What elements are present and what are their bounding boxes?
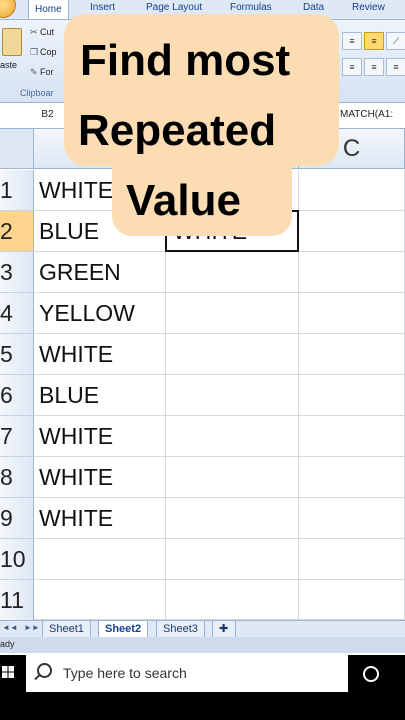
cut-button[interactable]: ✂ Cut (30, 27, 54, 38)
sheet-tab-sheet3[interactable]: Sheet3 (156, 621, 205, 638)
cell-a8[interactable]: WHITE (34, 457, 166, 498)
office-button[interactable] (0, 0, 16, 18)
row-header[interactable]: 2 (0, 211, 34, 252)
title-line-3: Value (126, 176, 241, 225)
brush-icon: ✎ (30, 67, 38, 77)
tab-formulas[interactable]: Formulas (230, 2, 272, 13)
sheet-tab-sheet1[interactable]: Sheet1 (42, 621, 91, 638)
row-header[interactable]: 10 (0, 539, 34, 580)
align-right-icon[interactable]: ≡ (386, 58, 405, 76)
orientation-icon[interactable]: ⟋ (386, 32, 405, 50)
cell-a11[interactable] (34, 580, 166, 620)
status-bar: ady (0, 637, 405, 653)
row-header[interactable]: 1 (0, 170, 34, 211)
row-header[interactable]: 11 (0, 580, 34, 621)
cell-a9[interactable]: WHITE (34, 498, 166, 539)
cell-b3[interactable] (166, 252, 299, 293)
row-header[interactable]: 3 (0, 252, 34, 293)
tab-page-layout[interactable]: Page Layout (146, 2, 202, 13)
title-line-2: Repeated (78, 106, 277, 155)
clipboard-group-label: Clipboar (20, 88, 54, 98)
sheet-tab-bar: ◄◄ ►► Sheet1 Sheet2 Sheet3 ✚ (0, 620, 405, 638)
cell-a4[interactable]: YELLOW (34, 293, 166, 334)
tab-insert[interactable]: Insert (90, 2, 115, 13)
cell-c6[interactable] (299, 375, 405, 416)
row-header[interactable]: 8 (0, 457, 34, 498)
row-header[interactable]: 4 (0, 293, 34, 334)
cell-a10[interactable] (34, 539, 166, 580)
cell-a6[interactable]: BLUE (34, 375, 166, 416)
tab-review[interactable]: Review (352, 2, 385, 13)
cell-a3[interactable]: GREEN (34, 252, 166, 293)
cell-c11[interactable] (299, 580, 405, 620)
windows-taskbar: Type here to search (0, 655, 405, 720)
insert-sheet-icon[interactable]: ✚ (212, 621, 236, 638)
tab-data[interactable]: Data (303, 2, 324, 13)
cell-a5[interactable]: WHITE (34, 334, 166, 375)
row-header[interactable]: 7 (0, 416, 34, 457)
copy-icon: ❐ (30, 47, 39, 57)
row-header[interactable]: 6 (0, 375, 34, 416)
sheet-nav-next-icon[interactable]: ►► (24, 623, 40, 632)
cell-c5[interactable] (299, 334, 405, 375)
tab-home[interactable]: Home (28, 0, 69, 19)
cell-c3[interactable] (299, 252, 405, 293)
format-painter-button[interactable]: ✎ For (30, 67, 54, 78)
cell-b7[interactable] (166, 416, 299, 457)
windows-start-icon[interactable] (2, 666, 14, 678)
cortana-icon[interactable] (363, 666, 379, 682)
paste-icon[interactable] (2, 28, 22, 56)
cell-c8[interactable] (299, 457, 405, 498)
title-line-1: Find most (80, 36, 291, 85)
sheet-tab-sheet2[interactable]: Sheet2 (98, 621, 149, 638)
cell-b8[interactable] (166, 457, 299, 498)
paste-button[interactable]: aste (0, 60, 17, 70)
cell-c7[interactable] (299, 416, 405, 457)
cell-b4[interactable] (166, 293, 299, 334)
copy-button[interactable]: ❐ Cop (30, 47, 57, 58)
cell-b11[interactable] (166, 580, 299, 620)
search-placeholder: Type here to search (63, 665, 187, 681)
sheet-nav-first-icon[interactable]: ◄◄ (2, 623, 18, 632)
row-header[interactable]: 5 (0, 334, 34, 375)
row-header[interactable]: 9 (0, 498, 34, 539)
cell-a7[interactable]: WHITE (34, 416, 166, 457)
cell-b10[interactable] (166, 539, 299, 580)
status-text: ady (0, 639, 15, 649)
select-all-corner[interactable] (0, 129, 34, 169)
cell-c9[interactable] (299, 498, 405, 539)
taskbar-search-box[interactable]: Type here to search (26, 655, 348, 692)
cell-b5[interactable] (166, 334, 299, 375)
scissors-icon: ✂ (30, 27, 38, 37)
cell-c10[interactable] (299, 539, 405, 580)
cell-b6[interactable] (166, 375, 299, 416)
cell-b9[interactable] (166, 498, 299, 539)
cell-c4[interactable] (299, 293, 405, 334)
search-icon (37, 663, 52, 678)
